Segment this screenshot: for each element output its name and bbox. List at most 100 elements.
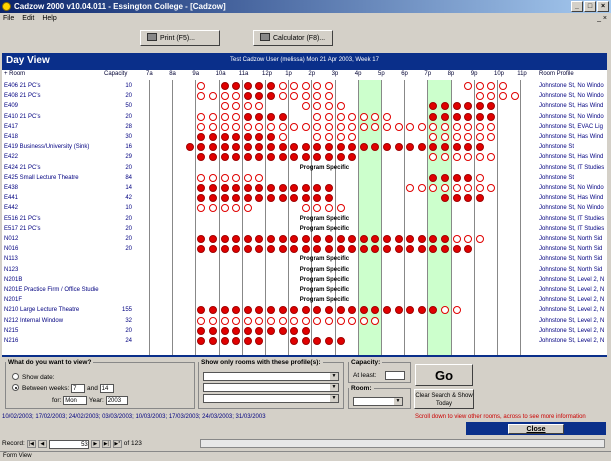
booked-slot-icon[interactable] bbox=[243, 92, 252, 101]
booked-slot-icon[interactable] bbox=[452, 102, 461, 111]
booked-slot-icon[interactable] bbox=[278, 143, 287, 152]
booked-slot-icon[interactable] bbox=[417, 245, 426, 254]
free-slot-icon[interactable] bbox=[278, 316, 287, 325]
room-name[interactable]: E409 bbox=[4, 101, 18, 111]
room-row[interactable]: E425 Small Lecture Theatre 84 Johnstone St bbox=[2, 173, 607, 183]
booked-slot-icon[interactable] bbox=[452, 194, 461, 203]
free-slot-icon[interactable] bbox=[464, 122, 473, 131]
free-slot-icon[interactable] bbox=[359, 316, 368, 325]
free-slot-icon[interactable] bbox=[475, 133, 484, 141]
booked-slot-icon[interactable] bbox=[267, 82, 275, 90]
booked-slot-icon[interactable] bbox=[464, 173, 473, 182]
close-window-button[interactable]: × bbox=[597, 1, 609, 12]
free-slot-icon[interactable] bbox=[475, 173, 484, 182]
free-slot-icon[interactable] bbox=[278, 122, 287, 131]
profile-select-3[interactable]: ▼ bbox=[203, 394, 339, 403]
booked-slot-icon[interactable] bbox=[417, 235, 426, 243]
free-slot-icon[interactable] bbox=[278, 133, 287, 141]
room-name[interactable]: E441 bbox=[4, 193, 18, 203]
free-slot-icon[interactable] bbox=[267, 316, 275, 325]
mdi-controls[interactable]: _ × bbox=[597, 13, 607, 25]
horizontal-scrollbar[interactable] bbox=[200, 439, 605, 448]
booked-slot-icon[interactable] bbox=[209, 337, 217, 345]
free-slot-icon[interactable] bbox=[197, 316, 206, 325]
minimize-button[interactable]: _ bbox=[571, 1, 583, 12]
free-slot-icon[interactable] bbox=[452, 153, 461, 162]
free-slot-icon[interactable] bbox=[417, 122, 426, 131]
booked-slot-icon[interactable] bbox=[325, 337, 333, 345]
room-name[interactable]: E418 bbox=[4, 132, 18, 142]
free-slot-icon[interactable] bbox=[209, 122, 217, 131]
free-slot-icon[interactable] bbox=[417, 184, 426, 192]
free-slot-icon[interactable] bbox=[371, 316, 380, 325]
room-row[interactable]: E410 21 PC's 20 Johnstone St, No Windo bbox=[2, 112, 607, 122]
free-slot-icon[interactable] bbox=[232, 112, 241, 121]
booked-slot-icon[interactable] bbox=[278, 306, 287, 315]
room-name[interactable]: E424 21 PC's bbox=[4, 163, 41, 173]
booked-slot-icon[interactable] bbox=[301, 337, 310, 345]
free-slot-icon[interactable] bbox=[220, 173, 229, 182]
free-slot-icon[interactable] bbox=[290, 316, 299, 325]
free-slot-icon[interactable] bbox=[475, 184, 484, 192]
booked-slot-icon[interactable] bbox=[301, 143, 310, 152]
booked-slot-icon[interactable] bbox=[278, 184, 287, 192]
free-slot-icon[interactable] bbox=[383, 122, 391, 131]
room-name[interactable]: E517 21 PC's bbox=[4, 224, 41, 234]
free-slot-icon[interactable] bbox=[475, 82, 484, 90]
booked-slot-icon[interactable] bbox=[243, 82, 252, 90]
booked-slot-icon[interactable] bbox=[267, 235, 275, 243]
booked-slot-icon[interactable] bbox=[394, 235, 403, 243]
free-slot-icon[interactable] bbox=[301, 122, 310, 131]
booked-slot-icon[interactable] bbox=[452, 143, 461, 152]
booked-slot-icon[interactable] bbox=[475, 112, 484, 121]
booked-slot-icon[interactable] bbox=[243, 133, 252, 141]
booked-slot-icon[interactable] bbox=[452, 173, 461, 182]
clear-search-button[interactable]: Clear Search & Show Today bbox=[414, 389, 474, 409]
room-name[interactable]: N012 bbox=[4, 234, 18, 244]
booked-slot-icon[interactable] bbox=[220, 337, 229, 345]
booked-slot-icon[interactable] bbox=[359, 143, 368, 152]
booked-slot-icon[interactable] bbox=[243, 112, 252, 121]
free-slot-icon[interactable] bbox=[243, 122, 252, 131]
free-slot-icon[interactable] bbox=[336, 204, 345, 213]
menu-edit[interactable]: Edit bbox=[22, 13, 34, 25]
first-record-icon[interactable]: |◀ bbox=[26, 440, 36, 448]
booked-slot-icon[interactable] bbox=[383, 235, 391, 243]
free-slot-icon[interactable] bbox=[255, 316, 264, 325]
free-slot-icon[interactable] bbox=[313, 112, 322, 121]
room-name[interactable]: E417 bbox=[4, 122, 18, 132]
free-slot-icon[interactable] bbox=[267, 122, 275, 131]
room-row[interactable]: E418 30 Johnstone St, Has Wind bbox=[2, 132, 607, 142]
booked-slot-icon[interactable] bbox=[429, 112, 438, 121]
booked-slot-icon[interactable] bbox=[325, 184, 333, 192]
next-record-icon[interactable]: ▶ bbox=[90, 440, 100, 448]
booked-slot-icon[interactable] bbox=[325, 235, 333, 243]
booked-slot-icon[interactable] bbox=[185, 143, 194, 152]
free-slot-icon[interactable] bbox=[336, 133, 345, 141]
free-slot-icon[interactable] bbox=[348, 112, 357, 121]
free-slot-icon[interactable] bbox=[499, 82, 507, 90]
booked-slot-icon[interactable] bbox=[441, 112, 449, 121]
booked-slot-icon[interactable] bbox=[359, 245, 368, 254]
room-name[interactable]: N123 bbox=[4, 265, 18, 275]
free-slot-icon[interactable] bbox=[371, 112, 380, 121]
close-button[interactable]: Close bbox=[508, 424, 564, 434]
room-name[interactable]: N201F bbox=[4, 295, 22, 305]
booked-slot-icon[interactable] bbox=[278, 245, 287, 254]
free-slot-icon[interactable] bbox=[290, 122, 299, 131]
free-slot-icon[interactable] bbox=[301, 82, 310, 90]
booked-slot-icon[interactable] bbox=[278, 326, 287, 335]
booked-slot-icon[interactable] bbox=[209, 235, 217, 243]
room-name[interactable]: E438 bbox=[4, 183, 18, 193]
booked-slot-icon[interactable] bbox=[452, 112, 461, 121]
free-slot-icon[interactable] bbox=[394, 122, 403, 131]
free-slot-icon[interactable] bbox=[209, 316, 217, 325]
free-slot-icon[interactable] bbox=[220, 122, 229, 131]
room-column-header[interactable]: + Room bbox=[4, 71, 25, 77]
free-slot-icon[interactable] bbox=[475, 235, 484, 243]
room-name[interactable]: E419 Business/University (Sink) bbox=[4, 142, 89, 152]
room-name[interactable]: N210 Large Lecture Theatre bbox=[4, 305, 79, 315]
room-name[interactable]: N215 bbox=[4, 326, 18, 336]
booked-slot-icon[interactable] bbox=[278, 112, 287, 121]
between-weeks-option[interactable]: Between weeks: 7 and 14 bbox=[12, 384, 114, 393]
